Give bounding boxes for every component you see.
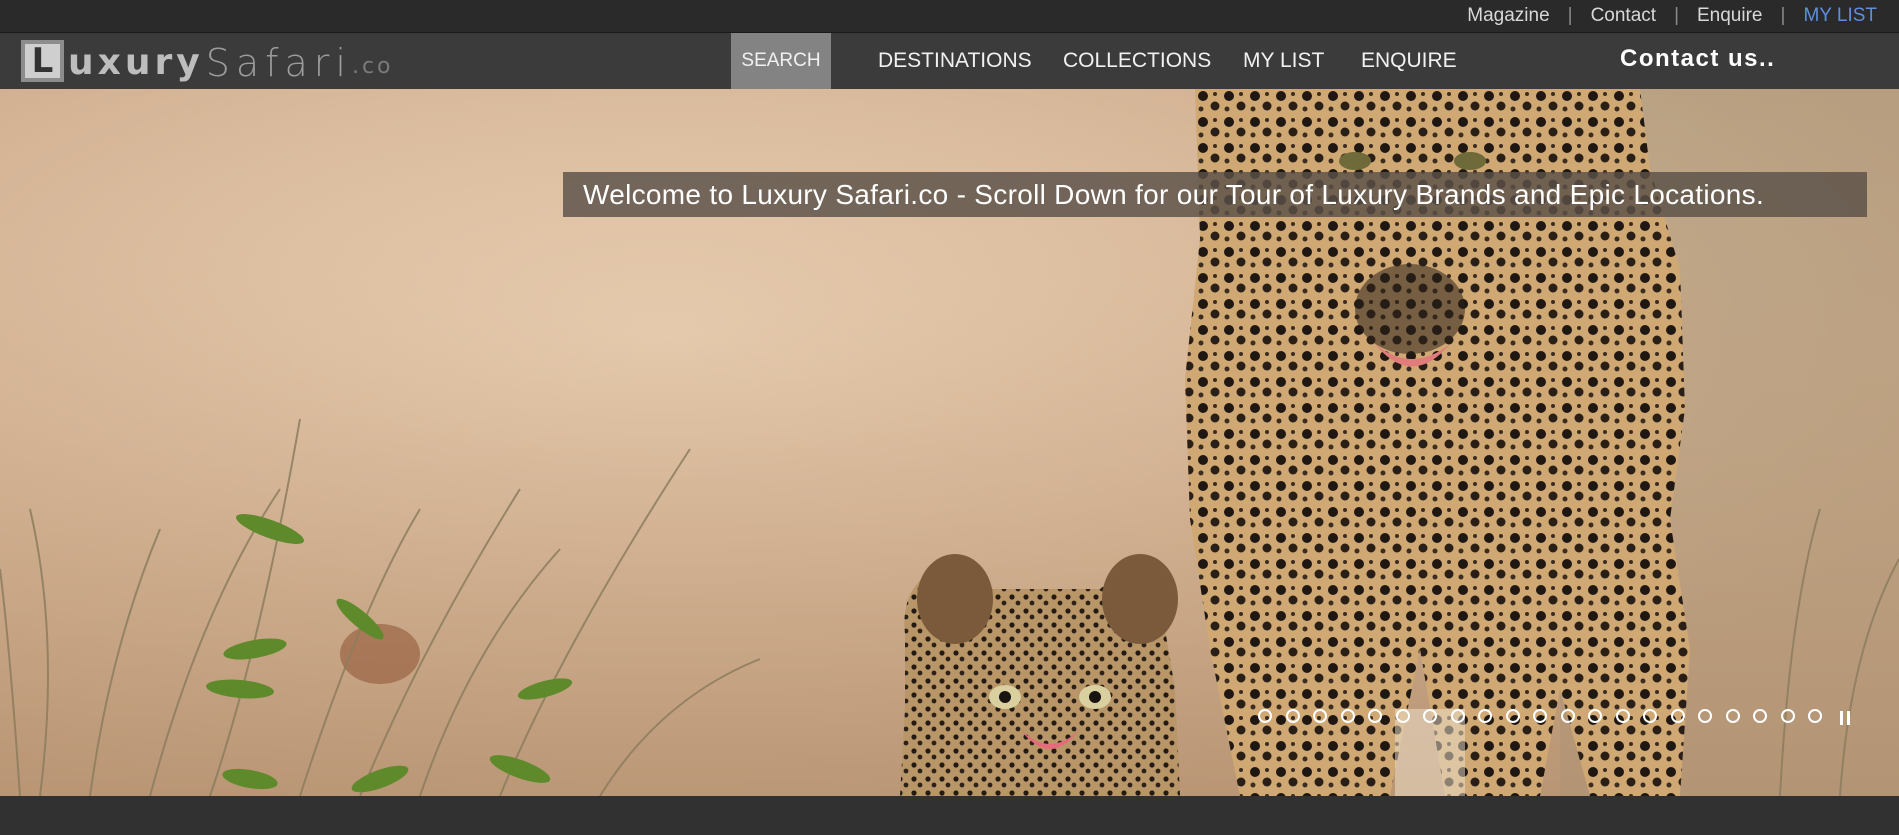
site-logo[interactable]: L uxury Safari .co xyxy=(21,40,394,82)
slide-dot[interactable] xyxy=(1670,709,1685,723)
util-separator: | xyxy=(1567,5,1573,26)
util-link-enquire[interactable]: Enquire xyxy=(1697,5,1763,27)
footer-bar xyxy=(0,796,1899,835)
slide-dot[interactable] xyxy=(1780,709,1795,723)
slide-dot[interactable] xyxy=(1698,709,1712,723)
slide-dot[interactable] xyxy=(1478,709,1492,723)
pause-icon[interactable] xyxy=(1840,711,1852,725)
util-separator: | xyxy=(1674,5,1679,26)
slide-dot[interactable] xyxy=(1258,709,1272,723)
util-separator: | xyxy=(1780,5,1786,26)
main-nav-bar: L uxury Safari .co SEARCH DESTINATIONS C… xyxy=(0,33,1899,89)
slide-dot[interactable] xyxy=(1368,709,1382,723)
slide-dot[interactable] xyxy=(1725,709,1740,723)
slide-dot[interactable] xyxy=(1340,709,1355,723)
slide-dot[interactable] xyxy=(1643,709,1657,723)
slide-dot[interactable] xyxy=(1753,709,1767,723)
logo-letter-box: L xyxy=(21,40,64,82)
nav-my-list[interactable]: MY LIST xyxy=(1243,33,1324,89)
logo-text-safari: Safari xyxy=(205,41,352,85)
slide-indicators xyxy=(1258,709,1836,723)
slide-dot[interactable] xyxy=(1560,709,1575,723)
slide-dot[interactable] xyxy=(1808,709,1822,723)
util-link-my-list[interactable]: MY LIST xyxy=(1803,5,1877,27)
util-link-contact[interactable]: Contact xyxy=(1591,5,1656,27)
slide-dot[interactable] xyxy=(1285,709,1300,723)
logo-text-luxury: uxury xyxy=(68,42,204,83)
logo-text-suffix: .co xyxy=(351,54,394,79)
slide-dot[interactable] xyxy=(1313,709,1327,723)
slide-dot[interactable] xyxy=(1423,709,1437,723)
slide-dot[interactable] xyxy=(1533,709,1547,723)
slide-dot[interactable] xyxy=(1505,709,1520,723)
slide-dot[interactable] xyxy=(1588,709,1602,723)
slide-dot[interactable] xyxy=(1615,709,1630,723)
nav-enquire[interactable]: ENQUIRE xyxy=(1361,33,1457,89)
contact-us-link[interactable]: Contact us.. xyxy=(1620,33,1775,85)
nav-search[interactable]: SEARCH xyxy=(731,33,831,89)
welcome-banner: Welcome to Luxury Safari.co - Scroll Dow… xyxy=(563,172,1867,217)
slide-dot[interactable] xyxy=(1450,709,1465,723)
hero-slideshow: Welcome to Luxury Safari.co - Scroll Dow… xyxy=(0,89,1899,796)
utility-nav: Magazine | Contact | Enquire | MY LIST xyxy=(0,0,1899,33)
nav-collections[interactable]: COLLECTIONS xyxy=(1063,33,1211,89)
util-link-magazine[interactable]: Magazine xyxy=(1467,5,1549,27)
nav-destinations[interactable]: DESTINATIONS xyxy=(878,33,1032,89)
slide-dot[interactable] xyxy=(1395,709,1410,723)
